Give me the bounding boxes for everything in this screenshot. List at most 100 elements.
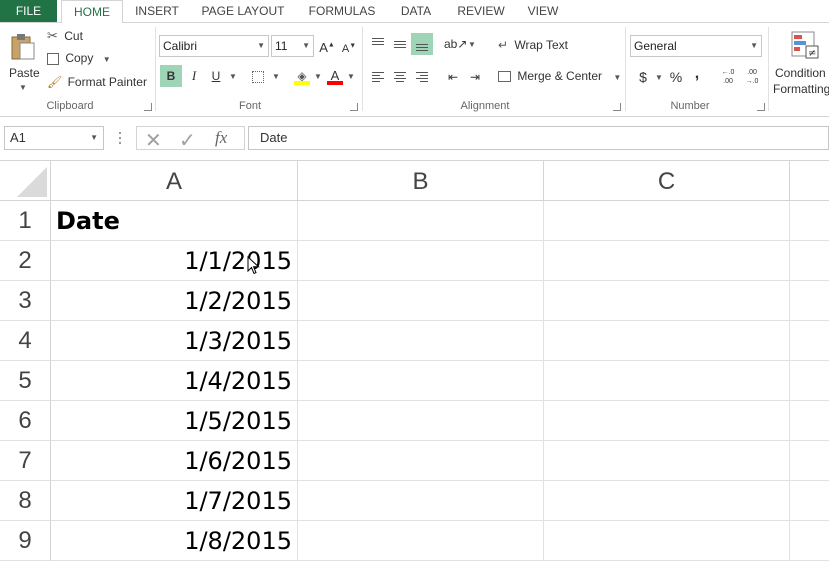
align-right-button[interactable] xyxy=(411,66,433,88)
conditional-formatting-button[interactable]: ≠ Condition Formatting xyxy=(772,28,829,98)
orientation-dropdown-icon[interactable]: ▼ xyxy=(468,40,476,49)
fill-color-button[interactable]: ◈ xyxy=(291,65,313,87)
cell-b8[interactable] xyxy=(298,481,544,521)
cell-d6[interactable] xyxy=(790,401,829,441)
top-align-button[interactable] xyxy=(367,33,389,55)
tab-formulas[interactable]: FORMULAS xyxy=(302,0,382,22)
cell-a3[interactable]: 1/2/2015 xyxy=(51,281,298,321)
cell-b2[interactable] xyxy=(298,241,544,281)
formula-bar-grip-icon[interactable] xyxy=(118,131,122,145)
bottom-align-button[interactable] xyxy=(411,33,433,55)
cell-b4[interactable] xyxy=(298,321,544,361)
tab-insert[interactable]: INSERT xyxy=(128,0,186,22)
merge-center-button[interactable]: Merge & Center ▼ xyxy=(498,69,621,83)
cell-d4[interactable] xyxy=(790,321,829,361)
cell-d5[interactable] xyxy=(790,361,829,401)
font-dialog-launcher-icon[interactable] xyxy=(350,103,358,111)
increase-indent-button[interactable]: ⇥ xyxy=(464,66,486,88)
font-color-dropdown-icon[interactable]: ▼ xyxy=(347,72,355,81)
decrease-font-size-button[interactable]: A▼ xyxy=(338,35,360,57)
copy-dropdown-icon[interactable]: ▼ xyxy=(103,55,111,64)
paste-button[interactable]: Paste ▼ xyxy=(6,29,40,94)
cell-b7[interactable] xyxy=(298,441,544,481)
cell-d2[interactable] xyxy=(790,241,829,281)
enter-icon[interactable]: ✓ xyxy=(179,128,196,153)
underline-button[interactable]: U xyxy=(205,65,227,87)
row-header[interactable]: 7 xyxy=(0,441,51,481)
orientation-button[interactable]: ab↗ xyxy=(444,33,467,55)
tab-review[interactable]: REVIEW xyxy=(451,0,511,22)
cell-b3[interactable] xyxy=(298,281,544,321)
cell-c7[interactable] xyxy=(544,441,790,481)
align-center-button[interactable] xyxy=(389,66,411,88)
column-header-d[interactable] xyxy=(790,161,829,201)
currency-button[interactable]: $ xyxy=(632,66,654,88)
currency-dropdown-icon[interactable]: ▼ xyxy=(655,73,663,82)
tab-view[interactable]: VIEW xyxy=(520,0,566,22)
number-format-select[interactable]: General ▼ xyxy=(630,35,762,57)
cell-c4[interactable] xyxy=(544,321,790,361)
cell-a9[interactable]: 1/8/2015 xyxy=(51,521,298,561)
font-color-button[interactable]: A xyxy=(324,65,346,87)
cell-a8[interactable]: 1/7/2015 xyxy=(51,481,298,521)
merge-center-dropdown-icon[interactable]: ▼ xyxy=(613,73,621,82)
cell-a6[interactable]: 1/5/2015 xyxy=(51,401,298,441)
increase-font-size-button[interactable]: A▲ xyxy=(316,35,338,57)
row-header[interactable]: 9 xyxy=(0,521,51,561)
cell-d8[interactable] xyxy=(790,481,829,521)
cut-button[interactable]: ✂ Cut xyxy=(47,28,83,46)
cell-c2[interactable] xyxy=(544,241,790,281)
format-painter-button[interactable]: 🖌 Format Painter xyxy=(47,75,147,93)
row-header[interactable]: 6 xyxy=(0,401,51,441)
cell-d3[interactable] xyxy=(790,281,829,321)
select-all-button[interactable] xyxy=(0,161,51,201)
formula-input[interactable]: Date xyxy=(248,126,829,150)
borders-dropdown-icon[interactable]: ▼ xyxy=(272,72,280,81)
cell-c3[interactable] xyxy=(544,281,790,321)
cell-c8[interactable] xyxy=(544,481,790,521)
insert-function-button[interactable]: fx xyxy=(215,128,227,148)
tab-data[interactable]: DATA xyxy=(391,0,441,22)
comma-style-button[interactable]: , xyxy=(686,63,708,85)
cell-d1[interactable] xyxy=(790,201,829,241)
italic-button[interactable]: I xyxy=(183,65,205,87)
cell-b1[interactable] xyxy=(298,201,544,241)
fill-color-dropdown-icon[interactable]: ▼ xyxy=(314,72,322,81)
paste-dropdown-icon[interactable]: ▼ xyxy=(19,83,27,92)
bold-button[interactable]: B xyxy=(160,65,182,87)
row-header[interactable]: 2 xyxy=(0,241,51,281)
column-header-c[interactable]: C xyxy=(544,161,790,201)
alignment-dialog-launcher-icon[interactable] xyxy=(613,103,621,111)
clipboard-dialog-launcher-icon[interactable] xyxy=(144,103,152,111)
row-header[interactable]: 5 xyxy=(0,361,51,401)
cell-c5[interactable] xyxy=(544,361,790,401)
cell-d7[interactable] xyxy=(790,441,829,481)
cell-b6[interactable] xyxy=(298,401,544,441)
tab-page-layout[interactable]: PAGE LAYOUT xyxy=(195,0,291,22)
wrap-text-button[interactable]: ↵ Wrap Text xyxy=(498,38,568,52)
cell-a1[interactable]: Date xyxy=(51,201,298,241)
borders-button[interactable] xyxy=(247,65,269,87)
tab-file[interactable]: FILE xyxy=(0,0,57,22)
font-name-select[interactable]: Calibri ▼ xyxy=(159,35,269,57)
cell-b5[interactable] xyxy=(298,361,544,401)
cell-d9[interactable] xyxy=(790,521,829,561)
underline-dropdown-icon[interactable]: ▼ xyxy=(229,72,237,81)
cell-a4[interactable]: 1/3/2015 xyxy=(51,321,298,361)
cell-a5[interactable]: 1/4/2015 xyxy=(51,361,298,401)
copy-button[interactable]: Copy ▼ xyxy=(47,51,111,69)
name-box[interactable]: A1 ▼ xyxy=(4,126,104,150)
tab-home[interactable]: HOME xyxy=(61,0,123,23)
increase-decimal-button[interactable]: ←.0 .00 xyxy=(717,66,739,88)
middle-align-button[interactable] xyxy=(389,33,411,55)
cell-c1[interactable] xyxy=(544,201,790,241)
cancel-icon[interactable]: ✕ xyxy=(145,128,162,153)
row-header[interactable]: 1 xyxy=(0,201,51,241)
row-header[interactable]: 3 xyxy=(0,281,51,321)
column-header-a[interactable]: A xyxy=(51,161,298,201)
cell-b9[interactable] xyxy=(298,521,544,561)
column-header-b[interactable]: B xyxy=(298,161,544,201)
decrease-decimal-button[interactable]: .00 →.0 xyxy=(741,66,763,88)
align-left-button[interactable] xyxy=(367,66,389,88)
row-header[interactable]: 8 xyxy=(0,481,51,521)
